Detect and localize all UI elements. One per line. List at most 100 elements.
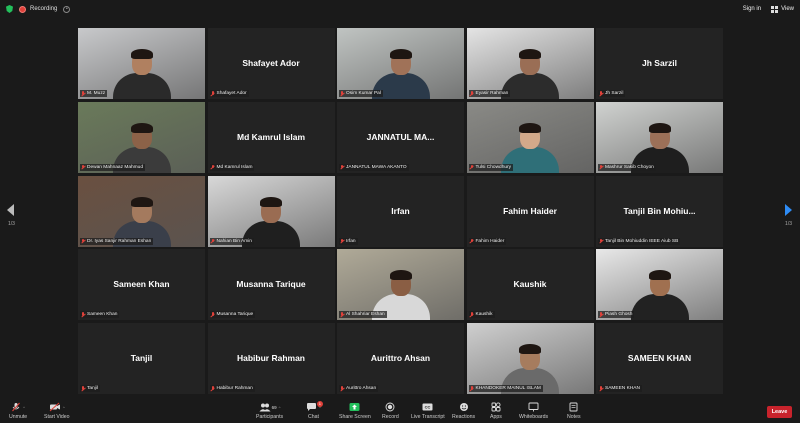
chat-button[interactable]: 1 ^ Chat — [306, 401, 323, 420]
microphone-muted-icon — [599, 238, 603, 244]
microphone-muted-icon — [470, 164, 474, 170]
next-page-arrow-icon[interactable] — [785, 204, 792, 216]
participant-display-name: Musanna Tarique — [236, 279, 306, 290]
microphone-muted-icon — [81, 386, 85, 391]
participant-name: JANNATUL MAWA AKANTO — [346, 164, 407, 170]
participant-tile[interactable]: Tulsi Chowdhury — [466, 101, 594, 173]
participant-name-label: SAMEEN KHAN — [598, 385, 642, 393]
microphone-muted-icon — [599, 91, 603, 96]
participant-name-label: KHANDOKER MAINUL ISLAM — [468, 385, 543, 393]
participant-name: Osim Kumar Pal — [346, 91, 381, 96]
reactions-button[interactable]: Reactions — [452, 402, 475, 420]
participant-display-name: Fahim Haider — [503, 205, 557, 216]
microphone-muted-icon — [211, 238, 215, 244]
participant-name-label: Kaushik — [468, 311, 495, 319]
notes-icon — [569, 402, 578, 412]
recording-indicator[interactable]: Recording • — [19, 5, 71, 13]
participant-display-name: Md Kamrul Islam — [236, 131, 306, 142]
participant-tile[interactable]: Aurittro Ahsan Aurittro Ahsan — [337, 323, 464, 395]
unmute-button[interactable]: ^ Unmute — [9, 402, 27, 420]
participants-button[interactable]: 69 ^ Participants — [256, 402, 283, 420]
participant-tile[interactable]: Irfan Irfan — [337, 175, 464, 247]
participant-tile[interactable]: Osim Kumar Pal — [337, 28, 464, 99]
participant-tile[interactable]: Fahim Haider Fahim Haider — [466, 175, 594, 247]
participant-video — [207, 175, 335, 247]
participant-name: Tanjil — [87, 386, 98, 392]
unmute-label: Unmute — [9, 414, 28, 420]
participant-tile[interactable]: Md Kamrul Islam Md Kamrul Islam — [207, 101, 335, 173]
participant-name-label: Tanjil Bin Mohiuddin IEEE Aiub SB — [598, 237, 681, 245]
microphone-muted-icon — [470, 312, 474, 317]
live-transcript-label: Live Transcript — [411, 414, 445, 420]
participant-tile[interactable]: Dewan Mahnaaz Mahmud — [78, 101, 205, 173]
participant-tile[interactable]: Mashrur Sakib Choyon — [596, 101, 723, 173]
security-shield-icon[interactable] — [6, 5, 13, 13]
record-label: Record — [382, 414, 399, 420]
apps-label: Apps — [490, 414, 502, 420]
whiteboards-button[interactable]: Whiteboards — [519, 402, 548, 420]
live-transcript-button[interactable]: CC Live Transcript — [411, 402, 445, 420]
participant-video — [78, 101, 205, 173]
apps-icon — [491, 402, 501, 412]
participant-name-label: JANNATUL MAWA AKANTO — [339, 163, 409, 171]
participant-tile[interactable]: Tanjil Tanjil — [78, 323, 205, 395]
participant-tile[interactable]: M. Muzz — [78, 28, 205, 99]
meeting-toolbar: ^ Unmute ^ Start Video 69 ^ Participants… — [0, 398, 800, 423]
participants-count: 69 — [271, 404, 277, 410]
participant-video — [466, 323, 594, 395]
participant-name-label: Irfan — [339, 237, 358, 245]
participant-tile[interactable]: Kaushik Kaushik — [466, 249, 594, 321]
participant-name: Fahim Haider — [475, 238, 505, 244]
microphone-muted-icon — [211, 164, 215, 170]
participant-display-name: Sameen Khan — [113, 279, 170, 290]
share-screen-icon — [349, 402, 360, 412]
participant-name: Sameen Khan — [87, 312, 118, 318]
recording-options-icon[interactable]: • — [63, 5, 71, 13]
microphone-muted-icon — [340, 91, 344, 96]
participant-display-name: Jh Sarzil — [642, 58, 677, 68]
participant-tile[interactable]: Dr. Iyas Sanjir Rahman Eshan — [78, 175, 205, 247]
participant-video — [596, 101, 723, 173]
participant-tile[interactable]: Jh Sarzil Jh Sarzil — [596, 28, 723, 99]
participant-name: Kaushik — [475, 312, 493, 318]
start-video-button[interactable]: ^ Start Video — [44, 402, 70, 420]
participant-tile[interactable]: JANNATUL MA... JANNATUL MAWA AKANTO — [337, 101, 464, 173]
participant-name-label: Eyasir Rahman — [468, 90, 511, 97]
start-video-label: Start Video — [44, 414, 70, 420]
sign-in-link[interactable]: Sign in — [743, 6, 761, 12]
participant-name: Habibur Rahman — [216, 386, 253, 392]
participant-tile[interactable]: Tanjil Bin Mohiu... Tanjil Bin Mohiuddin … — [596, 175, 723, 247]
microphone-muted-icon — [81, 164, 85, 170]
microphone-muted-icon — [470, 238, 474, 244]
participant-display-name: SAMEEN KHAN — [627, 353, 692, 364]
participant-tile[interactable]: Eyasir Rahman — [466, 28, 594, 99]
record-button[interactable]: Record — [382, 402, 399, 420]
participant-video — [466, 28, 594, 99]
participant-name-label: Nahian Bin Amin — [209, 237, 254, 245]
participant-tile[interactable]: Shafayet Ador Shafayet Ador — [207, 28, 335, 99]
share-screen-button[interactable]: Share Screen — [339, 402, 371, 420]
participant-tile[interactable]: KHANDOKER MAINUL ISLAM — [466, 323, 594, 395]
microphone-muted-icon — [470, 386, 474, 391]
participant-tile[interactable]: Habibur Rahman Habibur Rahman — [207, 323, 335, 395]
notes-button[interactable]: Notes — [567, 402, 581, 420]
participant-name: Tulsi Chowdhury — [475, 164, 512, 170]
participant-display-name: Irfan — [391, 205, 410, 216]
svg-text:CC: CC — [425, 405, 431, 410]
participant-tile[interactable]: SAMEEN KHAN SAMEEN KHAN — [596, 323, 723, 395]
previous-page-arrow-icon[interactable] — [7, 204, 14, 216]
participant-tile[interactable]: Al Shahriar Eshan — [337, 249, 464, 321]
participant-tile[interactable]: Nahian Bin Amin — [207, 175, 335, 247]
view-button[interactable]: View — [771, 5, 794, 13]
participant-tile[interactable]: Sameen Khan Sameen Khan — [78, 249, 205, 321]
participant-video — [337, 28, 464, 99]
participant-tile[interactable]: Musanna Tarique Musanna Tarique — [207, 249, 335, 321]
leave-button[interactable]: Leave — [767, 406, 792, 418]
participant-tile[interactable]: Piash Ghosh — [596, 249, 723, 321]
apps-button[interactable]: Apps — [490, 402, 502, 420]
next-page-indicator: 1/3 — [785, 221, 792, 227]
microphone-muted-icon — [340, 312, 344, 317]
microphone-muted-icon — [340, 386, 344, 391]
reactions-label: Reactions — [452, 414, 476, 420]
participant-video — [466, 101, 594, 173]
